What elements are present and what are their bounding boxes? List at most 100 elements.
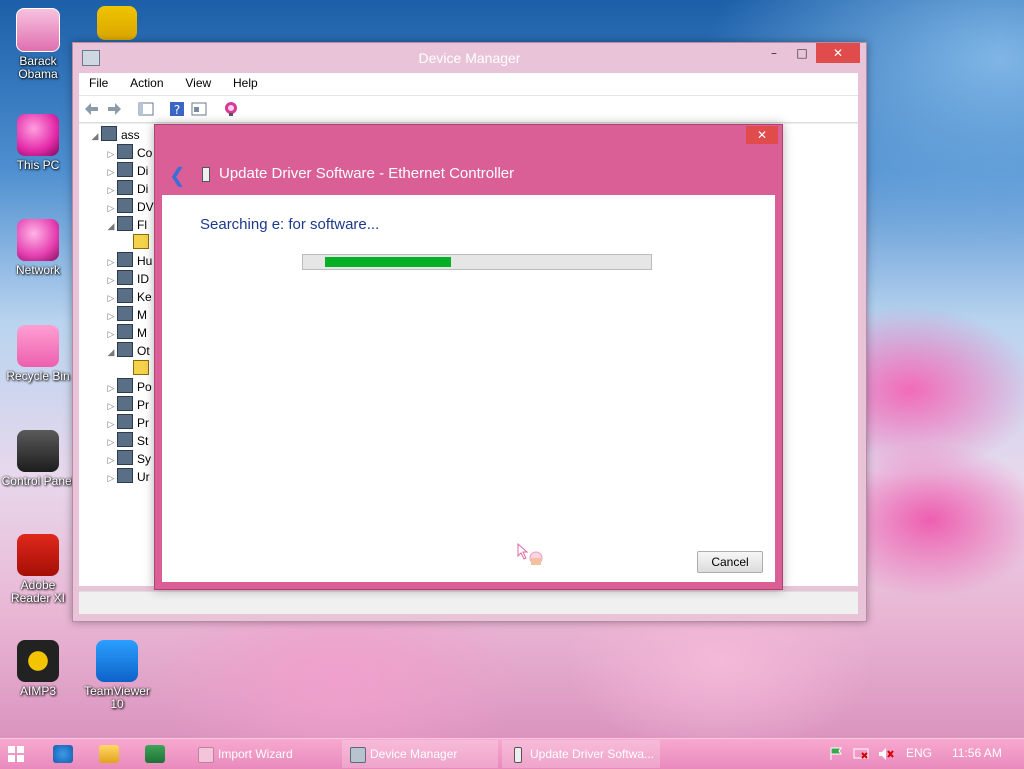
desktop-icon-label: Barack Obama bbox=[18, 54, 58, 81]
expand-arrow-icon[interactable]: ▷ bbox=[105, 293, 117, 304]
tree-node[interactable] bbox=[121, 234, 153, 252]
dialog-close-button[interactable]: ✕ bbox=[746, 126, 778, 144]
tree-node[interactable]: ▷ DV bbox=[105, 198, 154, 216]
tree-node-label: ass bbox=[121, 128, 140, 142]
tree-node[interactable]: ▷ Hu bbox=[105, 252, 152, 270]
collapse-arrow-icon[interactable]: ◢ bbox=[105, 221, 117, 232]
back-icon[interactable]: ❮ bbox=[169, 165, 186, 185]
desktop-icon-adobe-reader[interactable]: Adobe Reader XI bbox=[0, 534, 76, 605]
expand-arrow-icon[interactable]: ▷ bbox=[105, 329, 117, 340]
desktop-icon-control-panel[interactable]: Control Panel bbox=[0, 430, 76, 488]
tree-node[interactable]: ▷ Di bbox=[105, 180, 148, 198]
desktop-icon-vivaldi[interactable] bbox=[79, 6, 155, 43]
tree-node-label: Fl bbox=[137, 218, 147, 232]
expand-arrow-icon[interactable]: ▷ bbox=[105, 473, 117, 484]
tree-node-label: St bbox=[137, 434, 149, 448]
vivaldi-icon bbox=[97, 6, 137, 40]
tree-node[interactable] bbox=[121, 360, 153, 378]
maximize-button[interactable]: □ bbox=[788, 43, 816, 63]
device-icon bbox=[202, 167, 210, 182]
expand-arrow-icon[interactable]: ▷ bbox=[105, 149, 117, 160]
network-tray-icon[interactable] bbox=[853, 747, 869, 761]
adobe-reader-icon bbox=[17, 534, 59, 576]
expand-arrow-icon[interactable]: ▷ bbox=[105, 455, 117, 466]
tree-node[interactable]: ▷ Po bbox=[105, 378, 152, 396]
windows-start-icon[interactable] bbox=[8, 746, 24, 762]
volume-muted-icon[interactable] bbox=[878, 747, 894, 761]
tree-node[interactable]: ◢ Fl bbox=[105, 216, 147, 234]
desktop-icon-recycle-bin[interactable]: Recycle Bin bbox=[0, 325, 76, 383]
help-icon[interactable]: ? bbox=[169, 101, 185, 117]
device-manager-title-bar[interactable]: Device Manager – □ ✕ bbox=[73, 43, 866, 73]
tree-node[interactable]: ▷ Di bbox=[105, 162, 148, 180]
device-category-icon bbox=[117, 288, 133, 303]
scan-hardware-icon[interactable] bbox=[223, 101, 239, 117]
desktop-icon-label: This PC bbox=[16, 158, 60, 172]
tree-node-label: Sy bbox=[137, 452, 152, 466]
tree-node[interactable]: ▷ Co bbox=[105, 144, 152, 162]
device-category-icon bbox=[117, 306, 133, 321]
desktop-icon-label: AIMP3 bbox=[19, 684, 56, 698]
minimize-button[interactable]: – bbox=[760, 43, 788, 63]
tree-node[interactable]: ◢ Ot bbox=[105, 342, 150, 360]
expand-arrow-icon[interactable]: ▷ bbox=[105, 311, 117, 322]
expand-arrow-icon[interactable]: ▷ bbox=[105, 257, 117, 268]
desktop-icon-network[interactable]: Network bbox=[0, 219, 76, 277]
close-button[interactable]: ✕ bbox=[816, 43, 860, 63]
device-category-icon bbox=[117, 270, 133, 285]
clock-time[interactable]: 11:56 AM bbox=[952, 746, 1002, 760]
desktop-icon-this-pc[interactable]: This PC bbox=[0, 114, 76, 172]
tree-node[interactable]: ▷ Ke bbox=[105, 288, 152, 306]
expand-arrow-icon[interactable]: ▷ bbox=[105, 401, 117, 412]
file-explorer-icon[interactable] bbox=[99, 745, 119, 763]
device-manager-icon bbox=[350, 747, 366, 763]
expand-arrow-icon[interactable]: ▷ bbox=[105, 275, 117, 286]
menu-action[interactable]: Action bbox=[120, 73, 171, 90]
tree-node[interactable]: ▷ ID bbox=[105, 270, 149, 288]
menu-view[interactable]: View bbox=[175, 73, 219, 90]
collapse-arrow-icon[interactable]: ◢ bbox=[105, 347, 117, 358]
tree-node[interactable]: ▷ Pr bbox=[105, 414, 149, 432]
dialog-title: Update Driver Software - Ethernet Contro… bbox=[219, 165, 515, 182]
tree-node[interactable]: ▷ Ur bbox=[105, 468, 150, 486]
taskbar-task-import-wizard[interactable]: Import Wizard bbox=[190, 740, 338, 768]
tree-node[interactable]: ▷ M bbox=[105, 324, 147, 342]
view-icon[interactable] bbox=[191, 101, 207, 117]
tree-node[interactable]: ▷ St bbox=[105, 432, 148, 450]
expand-arrow-icon[interactable]: ▷ bbox=[105, 437, 117, 448]
excel-icon[interactable] bbox=[145, 745, 165, 763]
internet-explorer-icon[interactable] bbox=[53, 745, 73, 763]
action-center-flag-icon[interactable] bbox=[829, 747, 845, 761]
tree-node[interactable]: ▷ Sy bbox=[105, 450, 151, 468]
task-label: Update Driver Softwa... bbox=[530, 747, 655, 761]
dialog-header: ❮ Update Driver Software - Ethernet Cont… bbox=[155, 155, 782, 195]
forward-arrow-icon[interactable] bbox=[106, 101, 122, 117]
properties-icon[interactable] bbox=[138, 101, 154, 117]
device-category-icon bbox=[117, 144, 133, 159]
expand-arrow-icon[interactable]: ▷ bbox=[105, 383, 117, 394]
tree-node-label: ID bbox=[137, 272, 149, 286]
taskbar-task-device-manager[interactable]: Device Manager bbox=[342, 740, 498, 768]
taskbar-task-update-driver[interactable]: Update Driver Softwa... bbox=[502, 740, 660, 768]
device-category-icon bbox=[117, 342, 133, 357]
toolbar: ? bbox=[79, 95, 858, 123]
expand-arrow-icon[interactable]: ▷ bbox=[105, 185, 117, 196]
expand-arrow-icon[interactable]: ▷ bbox=[105, 419, 117, 430]
expand-arrow-icon[interactable]: ▷ bbox=[105, 167, 117, 178]
cancel-button[interactable]: Cancel bbox=[697, 551, 763, 573]
menu-file[interactable]: File bbox=[79, 73, 116, 90]
desktop-icon-aimp3[interactable]: AIMP3 bbox=[0, 640, 76, 698]
this-pc-icon bbox=[17, 114, 59, 156]
expand-arrow-icon[interactable]: ▷ bbox=[105, 203, 117, 214]
menu-help[interactable]: Help bbox=[223, 73, 266, 90]
tree-node[interactable]: ▷ M bbox=[105, 306, 147, 324]
desktop-icon-barack-obama[interactable]: Barack Obama bbox=[0, 8, 76, 81]
tree-node[interactable]: ▷ Pr bbox=[105, 396, 149, 414]
collapse-arrow-icon[interactable]: ◢ bbox=[89, 131, 101, 142]
input-language[interactable]: ENG bbox=[906, 746, 932, 760]
desktop-icon-label: Control Panel bbox=[1, 474, 75, 488]
tree-root-computer[interactable]: ◢ ass bbox=[89, 126, 140, 144]
device-category-icon bbox=[117, 414, 133, 429]
desktop-icon-teamviewer[interactable]: TeamViewer 10 bbox=[79, 640, 155, 711]
back-arrow-icon[interactable] bbox=[84, 101, 100, 117]
